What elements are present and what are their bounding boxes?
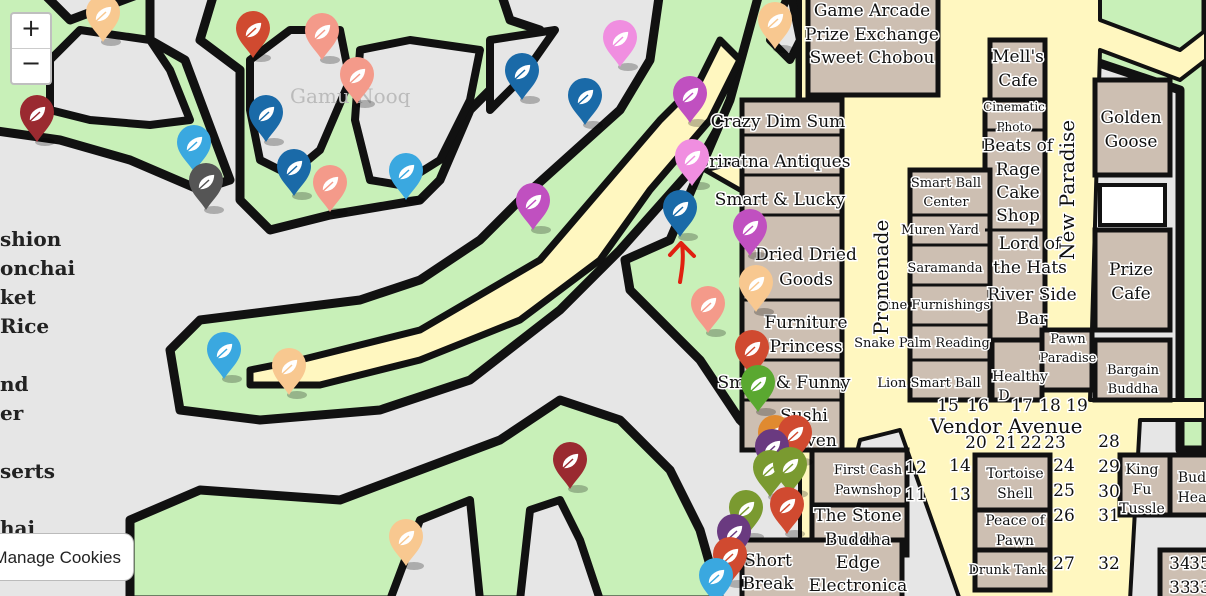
lot-number: 12 (905, 458, 927, 478)
shop-label: Tussle (1119, 501, 1165, 517)
lot-number: 14 (949, 456, 971, 476)
shop-label: Muren Yard (901, 223, 979, 238)
map-canvas[interactable]: Gamu Nooq shion onchai ket Rice nd er se… (0, 0, 1206, 596)
lot-number: 28 (1098, 432, 1120, 452)
shop-label: Game Arcade (814, 1, 930, 21)
manage-cookies-label: Manage Cookies (0, 548, 121, 567)
shop-label: Cafe (998, 71, 1038, 91)
shop-label: Pawn (996, 533, 1034, 549)
lot-number: 22 (1020, 433, 1042, 453)
shop-label: Dried Dried (755, 245, 857, 265)
shop-label: Princess (770, 337, 843, 357)
lot-number: 21 (995, 433, 1017, 453)
shop-label: Sriratna Antiques (698, 152, 851, 172)
shop-label: Smart & Funny (717, 373, 850, 393)
left-list-item: shion (0, 227, 62, 251)
shop-label: the Hats (993, 258, 1067, 278)
left-list-item: serts (0, 459, 55, 483)
lot-number: 31 (1098, 506, 1120, 526)
lot-number: 19 (1066, 396, 1088, 416)
shop-label: Lion Smart Ball (877, 376, 980, 391)
shop-label: Bud (1178, 470, 1206, 486)
empty-lot (1098, 183, 1167, 227)
shop-label: Mell's (992, 47, 1044, 67)
shop-label: Furniture (764, 313, 847, 333)
shop-label: Center (923, 195, 969, 210)
lot-number: 16 (967, 396, 989, 416)
shop-label: Bargain (1107, 363, 1160, 378)
shop-label: Healthy (992, 369, 1048, 385)
shop-label: Photo (996, 120, 1031, 134)
lot-number: 13 (949, 485, 971, 505)
left-list-item: Rice (0, 314, 49, 338)
shop-label: Buddha (1108, 382, 1159, 397)
shop-label: Pawn (1050, 332, 1086, 347)
shop-label: D (998, 388, 1009, 404)
lot-number: 32 (1098, 554, 1120, 574)
street-label-promenade: Promenade (869, 220, 893, 335)
lot-number: 27 (1053, 554, 1075, 574)
shop-label: Hea (1178, 490, 1206, 506)
shop-label: Rage (996, 160, 1040, 180)
lot-number: 26 (1053, 506, 1075, 526)
street-label-new-paradise: New Paradise (1055, 120, 1079, 260)
left-list-item: er (0, 401, 24, 425)
shop-label: Fine Furnishings (878, 298, 990, 313)
shop-label: Peace of (985, 513, 1046, 529)
lot-number: 11 (905, 485, 927, 505)
shop-label: First Cash (834, 463, 903, 478)
lot-number: 20 (965, 433, 987, 453)
shop-label: Lord of (999, 234, 1063, 254)
lot-number: 35 (1189, 554, 1206, 574)
lot-number: 30 (1098, 482, 1120, 502)
shop-label: Bar (1017, 309, 1049, 329)
shop-label: Prize Exchange (805, 25, 939, 45)
left-list-item: ket (0, 285, 37, 309)
shop-label: Shell (997, 486, 1033, 502)
shop-label: Smart Ball (911, 176, 981, 191)
shop-label: Beats of (983, 136, 1055, 156)
shop-label: Saramanda (907, 261, 982, 276)
zoom-control: + − (10, 12, 52, 85)
lot-number: 24 (1053, 456, 1075, 476)
shop-label: King (1126, 462, 1159, 478)
zoom-out-button[interactable]: − (12, 48, 50, 83)
shop-label: Tortoise (986, 466, 1043, 482)
shop-label: Prize (1109, 260, 1153, 280)
lot-number: 15 (937, 396, 959, 416)
shop-label: Buddha (825, 530, 891, 550)
lot-number: 34 (1169, 554, 1191, 574)
left-list-item: nd (0, 372, 29, 396)
manage-cookies-button[interactable]: Manage Cookies (0, 533, 134, 581)
shop-label: Golden (1100, 108, 1161, 128)
lot-number: 23 (1044, 433, 1066, 453)
lot-number: 33 (1189, 578, 1206, 596)
shop-label: Pawnshop (835, 483, 902, 498)
shop-label: Shop (996, 206, 1040, 226)
shop-label: Fu (1133, 482, 1152, 498)
lot-number: 18 (1039, 396, 1061, 416)
shop-label: Goods (779, 270, 833, 290)
shop-label: Electronica (809, 576, 908, 596)
left-list-item: onchai (0, 256, 76, 280)
shop-label: Smart & Lucky (715, 190, 846, 210)
shop-label: Cafe (1111, 284, 1151, 304)
shop-label: Drunk Tank (968, 563, 1045, 578)
shop-label: Goose (1105, 132, 1158, 152)
zoom-in-button[interactable]: + (12, 14, 50, 48)
shop-label: Cake (996, 183, 1040, 203)
shop-label: Break (742, 574, 794, 594)
shop-label: Paradise (1040, 351, 1097, 366)
lot-number: 33 (1169, 578, 1191, 596)
lot-number: 29 (1098, 457, 1120, 477)
shop-label: Crazy Dim Sum (711, 112, 846, 132)
shop-label: Edge (836, 553, 880, 573)
shop-label: River Side (987, 285, 1076, 305)
shop-label: Cinematic (983, 100, 1045, 114)
shop-label: Sweet Chobou (810, 48, 935, 68)
shop-label: The Stone (814, 506, 901, 526)
lot-number: 25 (1053, 481, 1075, 501)
lot-number: 17 (1011, 396, 1033, 416)
shop-label: Snake Palm Reading (854, 336, 990, 351)
